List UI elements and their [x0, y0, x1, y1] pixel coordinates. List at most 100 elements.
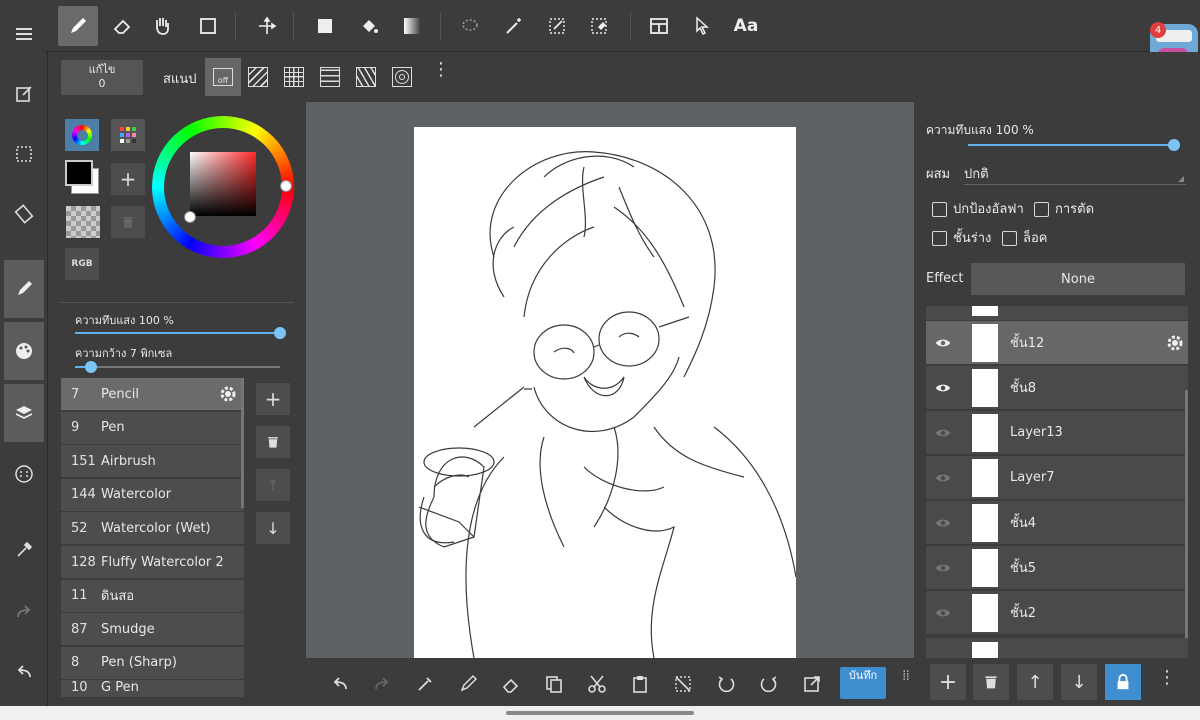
- add-brush-button[interactable]: +: [256, 383, 290, 415]
- brush-panel-icon[interactable]: [4, 260, 44, 318]
- brush-item[interactable]: 52 Watercolor (Wet): [61, 512, 244, 546]
- layer-row[interactable]: ชั้น5: [926, 546, 1188, 590]
- layer-row-partial-bottom[interactable]: [926, 638, 1188, 658]
- layer-row[interactable]: Layer7: [926, 456, 1188, 500]
- brush-opacity-knob[interactable]: [274, 327, 286, 339]
- brush-down-button[interactable]: ↓: [256, 512, 290, 544]
- edit-button[interactable]: แก้ไข 0: [61, 60, 143, 95]
- delete-brush-button[interactable]: [256, 426, 290, 458]
- bucket-tool-icon[interactable]: [349, 6, 389, 46]
- cut-icon[interactable]: [577, 662, 617, 706]
- rotate-left-icon[interactable]: [706, 662, 746, 706]
- lock-checkbox[interactable]: ล็อค: [1002, 227, 1047, 248]
- more-icon[interactable]: ⋮: [432, 61, 450, 79]
- drawing-canvas[interactable]: [414, 127, 797, 659]
- palette-icon[interactable]: [4, 322, 44, 380]
- pen-bottom-icon[interactable]: [448, 662, 488, 706]
- brush-list-scrollbar[interactable]: [241, 378, 244, 508]
- color-wheel-tab-icon[interactable]: [65, 119, 99, 151]
- layer-down-button[interactable]: ↓: [1061, 664, 1097, 700]
- brush-item[interactable]: 9 Pen: [61, 411, 244, 445]
- select-eraser-tool-icon[interactable]: [579, 6, 619, 46]
- eyedropper-bottom-icon[interactable]: [405, 662, 445, 706]
- draft-checkbox[interactable]: ชั้นร่าง: [932, 227, 991, 248]
- brush-item[interactable]: 87 Smudge: [61, 613, 244, 647]
- material-icon[interactable]: [4, 454, 44, 494]
- rectangle-tool-icon[interactable]: [188, 6, 228, 46]
- protect-alpha-checkbox[interactable]: ปกป้องอัลฟา: [932, 198, 1024, 219]
- undo-bottom-icon[interactable]: [320, 662, 360, 706]
- parallel-snap-icon[interactable]: [248, 67, 268, 87]
- selection-icon[interactable]: [4, 134, 44, 174]
- menu-icon[interactable]: [4, 14, 44, 54]
- brush-settings-gear-icon[interactable]: [218, 384, 238, 404]
- effect-button[interactable]: None: [971, 263, 1185, 295]
- eraser-bottom-icon[interactable]: [491, 662, 531, 706]
- add-color-button[interactable]: +: [111, 163, 145, 195]
- eye-icon[interactable]: [926, 469, 960, 487]
- layer-settings-gear-icon[interactable]: [1165, 333, 1185, 353]
- perspective-snap-icon[interactable]: [320, 67, 340, 87]
- layer-row-partial[interactable]: [926, 306, 1188, 320]
- pen-tool-icon[interactable]: [58, 6, 98, 46]
- rgb-button[interactable]: RGB: [65, 248, 99, 280]
- pointer-tool-icon[interactable]: [682, 6, 722, 46]
- layer-up-button[interactable]: ↑: [1017, 664, 1053, 700]
- layer-row[interactable]: ชั้น8: [926, 366, 1188, 410]
- snap-off-button[interactable]: off: [205, 58, 241, 96]
- redo-icon[interactable]: [4, 592, 44, 632]
- layers-icon[interactable]: [4, 384, 44, 442]
- grid-snap-icon[interactable]: [284, 67, 304, 87]
- brush-item[interactable]: 8 Pen (Sharp): [61, 646, 244, 680]
- layer-list-scrollbar[interactable]: [1185, 390, 1188, 640]
- paste-icon[interactable]: [620, 662, 660, 706]
- home-indicator[interactable]: [506, 711, 694, 715]
- rotate-right-icon[interactable]: [749, 662, 789, 706]
- layer-row[interactable]: Layer13: [926, 411, 1188, 455]
- delete-color-button[interactable]: [111, 206, 145, 238]
- brush-item[interactable]: 151 Airbrush: [61, 445, 244, 479]
- brush-item[interactable]: 144 Watercolor: [61, 478, 244, 512]
- brush-item[interactable]: 11 ดินสอ: [61, 579, 244, 613]
- copy-icon[interactable]: [534, 662, 574, 706]
- fill-rect-tool-icon[interactable]: [305, 6, 345, 46]
- eraser-tool-icon[interactable]: [102, 6, 142, 46]
- circle-snap-icon[interactable]: [392, 67, 412, 87]
- brush-width-knob[interactable]: [85, 361, 97, 373]
- redo-bottom-icon[interactable]: [362, 662, 402, 706]
- lasso-tool-icon[interactable]: [450, 6, 490, 46]
- share-icon[interactable]: [792, 662, 832, 706]
- eye-icon[interactable]: [926, 334, 960, 352]
- brush-item[interactable]: 7 Pencil: [61, 378, 244, 411]
- eye-icon[interactable]: [926, 424, 960, 442]
- eye-icon[interactable]: [926, 559, 960, 577]
- rotate-canvas-icon[interactable]: [4, 194, 44, 234]
- eye-icon[interactable]: [926, 514, 960, 532]
- add-layer-button[interactable]: +: [930, 664, 966, 700]
- transparent-color-swatch[interactable]: [66, 206, 100, 238]
- edit-canvas-icon[interactable]: [4, 74, 44, 114]
- layer-opacity-knob[interactable]: [1168, 139, 1180, 151]
- brush-opacity-track[interactable]: [75, 332, 280, 334]
- move-tool-icon[interactable]: [247, 6, 287, 46]
- hue-knob[interactable]: [280, 180, 292, 192]
- delete-layer-button[interactable]: [973, 664, 1009, 700]
- brush-item[interactable]: 128 Fluffy Watercolor 2: [61, 546, 244, 579]
- select-pen-tool-icon[interactable]: [537, 6, 577, 46]
- magic-wand-tool-icon[interactable]: [494, 6, 534, 46]
- deselect-icon[interactable]: [663, 662, 703, 706]
- brush-up-button[interactable]: ↑: [256, 469, 290, 501]
- hand-tool-icon[interactable]: [142, 6, 182, 46]
- clipping-checkbox[interactable]: การตัด: [1034, 198, 1094, 219]
- layer-lock-button[interactable]: [1105, 664, 1141, 700]
- saturation-knob[interactable]: [184, 211, 196, 223]
- text-tool-icon[interactable]: Aa: [726, 6, 766, 46]
- saturation-square[interactable]: [190, 152, 256, 216]
- primary-secondary-color[interactable]: [65, 160, 101, 196]
- frame-divider-icon[interactable]: [639, 6, 679, 46]
- layer-opacity-track[interactable]: [968, 144, 1174, 146]
- blend-select[interactable]: ปกติ: [964, 163, 1186, 185]
- layer-more-icon[interactable]: ⋮: [1158, 669, 1176, 687]
- radial-snap-icon[interactable]: [356, 67, 376, 87]
- eye-icon[interactable]: [926, 379, 960, 397]
